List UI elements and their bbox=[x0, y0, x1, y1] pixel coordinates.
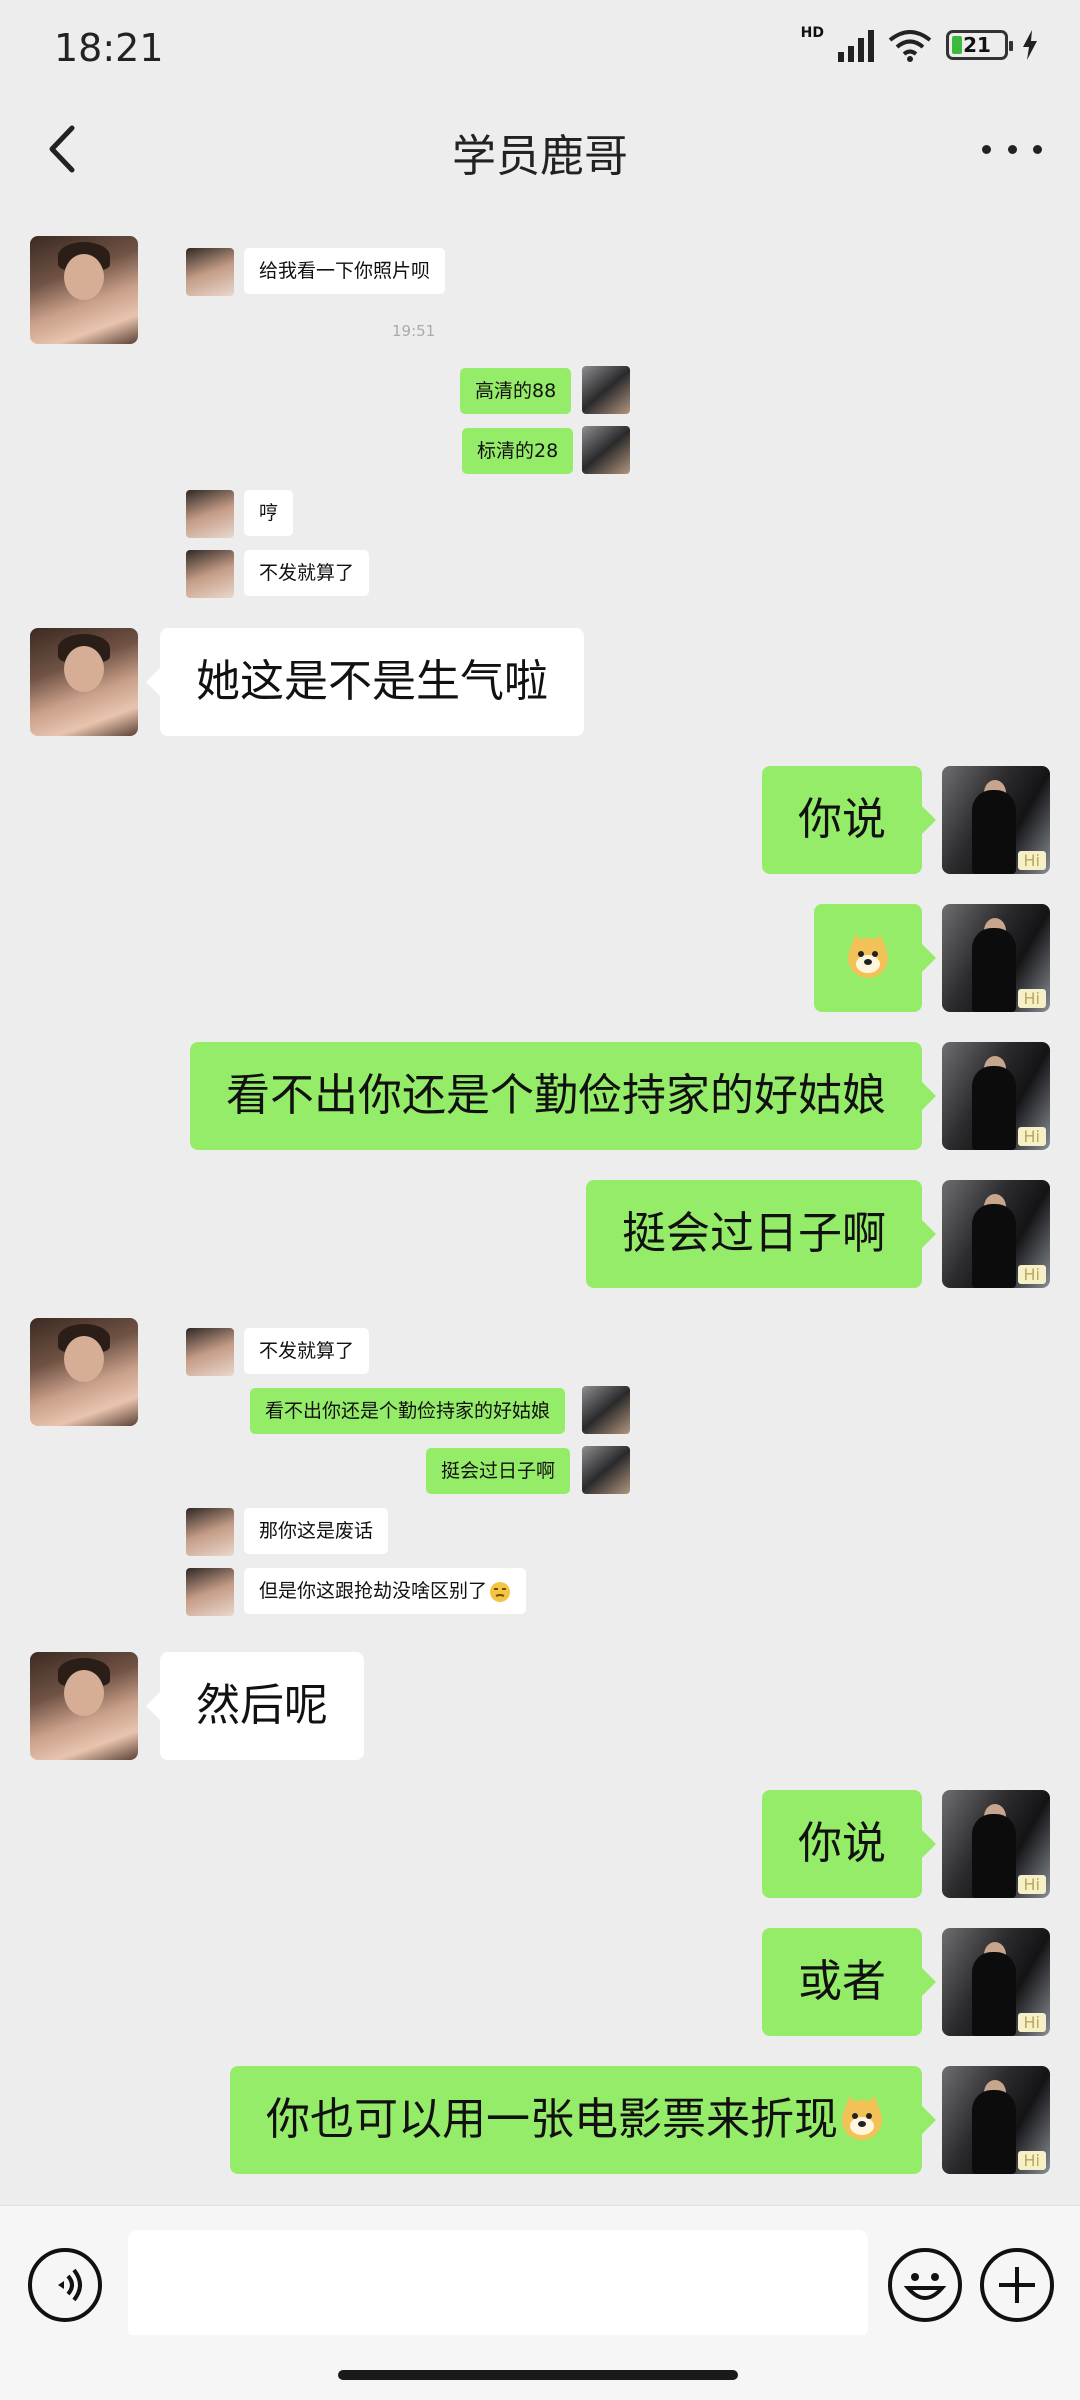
status-icons: HD 21 bbox=[800, 25, 1038, 62]
screenshot-avatar bbox=[186, 1508, 234, 1556]
message-input[interactable] bbox=[128, 2230, 868, 2338]
screenshot-avatar bbox=[186, 550, 234, 598]
screenshot-message: 但是你这跟抢劫没啥区别了 bbox=[244, 1568, 527, 1614]
screenshot-avatar bbox=[186, 1568, 234, 1616]
bottom-area bbox=[0, 2335, 1080, 2400]
my-avatar[interactable]: Hi bbox=[942, 1042, 1050, 1150]
message-bubble[interactable]: 她这是不是生气啦 bbox=[146, 628, 584, 736]
chat-title: 学员鹿哥 bbox=[452, 131, 628, 182]
screenshot-timestamp: 19:51 bbox=[392, 322, 436, 340]
charging-icon bbox=[1023, 30, 1037, 60]
battery-level: 21 bbox=[963, 33, 991, 57]
screenshot-message: 给我看一下你照片呗 bbox=[244, 248, 446, 294]
screenshot-avatar bbox=[582, 366, 630, 414]
battery-icon: 21 bbox=[946, 30, 1013, 60]
hd-label: HD bbox=[800, 25, 824, 41]
contact-avatar[interactable] bbox=[30, 628, 138, 736]
screenshot-avatar bbox=[186, 490, 234, 538]
smile-icon[interactable] bbox=[888, 2248, 962, 2322]
screenshot-message: 标清的28 bbox=[462, 428, 574, 474]
screenshot-avatar bbox=[582, 1386, 630, 1434]
screenshot-message-text: 但是你这跟抢劫没啥区别了 bbox=[259, 1580, 488, 1602]
message-bubble[interactable]: 或者 bbox=[762, 1928, 936, 2036]
chat-header: 学员鹿哥 bbox=[0, 100, 1080, 200]
message-bubble[interactable]: 你也可以用一张电影票来折现 bbox=[230, 2066, 936, 2174]
screenshot-avatar bbox=[186, 248, 234, 296]
message-bubble[interactable]: 看不出你还是个勤俭持家的好姑娘 bbox=[190, 1042, 936, 1150]
screenshot-message: 不发就算了 bbox=[244, 1328, 370, 1374]
plus-icon[interactable] bbox=[980, 2248, 1054, 2322]
message-bubble[interactable]: 然后呢 bbox=[146, 1652, 364, 1760]
message-bubble[interactable]: 挺会过日子啊 bbox=[586, 1180, 936, 1288]
contact-avatar[interactable] bbox=[30, 1318, 138, 1426]
home-indicator[interactable] bbox=[338, 2370, 738, 2380]
message-bubble[interactable]: 你说 bbox=[762, 1790, 936, 1898]
screenshot-avatar bbox=[186, 1328, 234, 1376]
voice-icon[interactable] bbox=[28, 2248, 102, 2322]
screenshot-message: 高清的88 bbox=[460, 368, 572, 414]
my-avatar[interactable]: Hi bbox=[942, 766, 1050, 874]
emoji-message-bubble[interactable] bbox=[814, 904, 936, 1012]
screenshot-avatar bbox=[582, 426, 630, 474]
my-avatar[interactable]: Hi bbox=[942, 904, 1050, 1012]
screenshot-message: 挺会过日子啊 bbox=[426, 1448, 571, 1494]
my-avatar[interactable]: Hi bbox=[942, 1790, 1050, 1898]
screenshot-message: 那你这是废话 bbox=[244, 1508, 389, 1554]
message-list[interactable]: 给我看一下你照片呗 19:51 高清的88 标清的28 哼 不发就算了 她这是不… bbox=[0, 200, 1080, 2205]
screenshot-message: 看不出你还是个勤俭持家的好姑娘 bbox=[250, 1388, 566, 1434]
more-dots-icon[interactable] bbox=[982, 122, 1042, 176]
message-bubble[interactable]: 你说 bbox=[762, 766, 936, 874]
input-bar bbox=[0, 2205, 1080, 2338]
contact-avatar[interactable] bbox=[30, 236, 138, 344]
my-avatar[interactable]: Hi bbox=[942, 1928, 1050, 2036]
signal-icon bbox=[838, 28, 874, 62]
screenshot-avatar bbox=[582, 1446, 630, 1494]
contact-avatar[interactable] bbox=[30, 1652, 138, 1760]
screenshot-message: 不发就算了 bbox=[244, 550, 370, 596]
my-avatar[interactable]: Hi bbox=[942, 2066, 1050, 2174]
doge-emoji-icon bbox=[848, 934, 888, 978]
status-time: 18:21 bbox=[54, 26, 164, 70]
wifi-icon bbox=[888, 30, 932, 62]
doge-emoji-icon bbox=[842, 2096, 882, 2140]
unamused-emoji-icon bbox=[490, 1581, 511, 1602]
my-avatar[interactable]: Hi bbox=[942, 1180, 1050, 1288]
screenshot-message: 哼 bbox=[244, 490, 294, 536]
message-text: 你也可以用一张电影票来折现 bbox=[266, 2094, 838, 2145]
status-bar: 18:21 HD 21 bbox=[0, 0, 1080, 100]
